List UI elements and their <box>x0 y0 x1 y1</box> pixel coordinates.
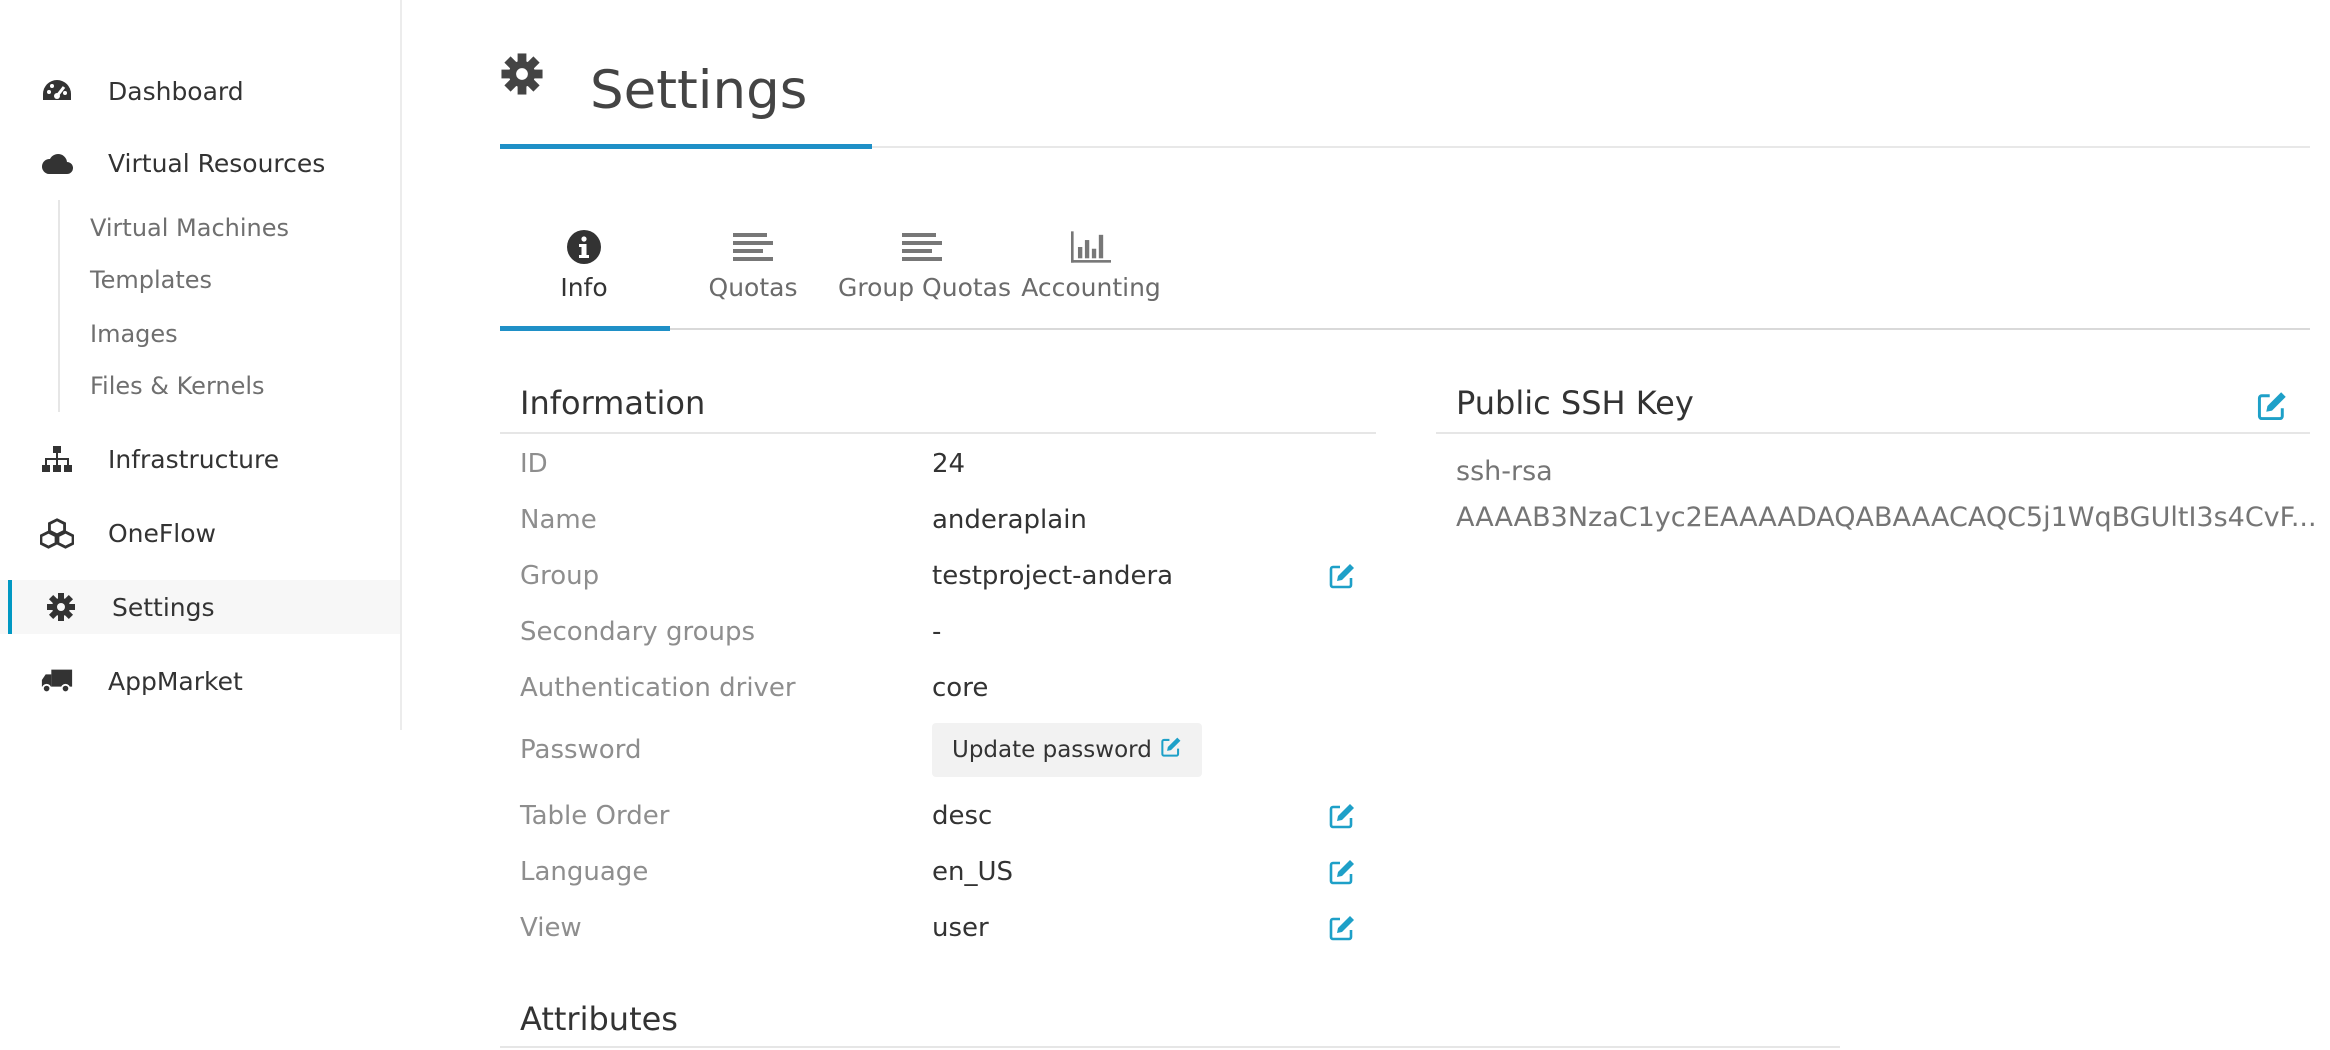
update-password-label: Update password <box>952 737 1152 763</box>
row-value: en_US <box>932 857 1014 887</box>
cubes-icon <box>40 518 74 549</box>
active-tab-underline <box>500 326 670 331</box>
tab-quotas[interactable]: Quotas <box>669 215 837 325</box>
tab-label: Info <box>560 273 608 302</box>
truck-icon <box>40 666 74 696</box>
row-key: Authentication driver <box>520 673 796 703</box>
attributes-title: Attributes <box>520 1000 678 1038</box>
sidebar-item-settings[interactable]: Settings <box>0 580 400 634</box>
info-row-group: Group testproject-andera <box>500 548 1376 604</box>
sidebar-item-oneflow[interactable]: OneFlow <box>0 506 400 560</box>
edit-icon[interactable] <box>2256 390 2288 422</box>
sidebar-item-label: Infrastructure <box>108 444 280 474</box>
info-row-name: Name anderaplain <box>500 492 1376 548</box>
sidebar-subitem-templates[interactable]: Templates <box>90 266 212 294</box>
row-key: Name <box>520 505 597 535</box>
row-value: core <box>932 673 989 703</box>
tab-group-quotas[interactable]: Group Quotas <box>838 215 1012 325</box>
edit-icon[interactable] <box>1328 802 1356 830</box>
info-row-language: Language en_US <box>500 844 1376 900</box>
sidebar-subitem-virtual-machines[interactable]: Virtual Machines <box>90 214 289 242</box>
sidebar-item-label: AppMarket <box>108 666 243 696</box>
tab-label: Accounting <box>1021 273 1161 302</box>
row-value: 24 <box>932 449 966 479</box>
row-value: anderaplain <box>932 505 1087 535</box>
page-title: Settings <box>590 60 808 121</box>
sidebar-item-appmarket[interactable]: AppMarket <box>0 654 400 708</box>
row-key: Table Order <box>520 801 670 831</box>
tachometer-icon <box>40 76 74 106</box>
sidebar-item-infrastructure[interactable]: Infrastructure <box>0 432 400 486</box>
tab-label: Quotas <box>708 273 798 302</box>
info-row-password: Password Update password <box>500 716 1376 784</box>
info-row-auth-driver: Authentication driver core <box>500 660 1376 716</box>
row-key: Group <box>520 561 600 591</box>
row-value: desc <box>932 801 993 831</box>
update-password-button[interactable]: Update password <box>932 723 1202 777</box>
sidebar-item-dashboard[interactable]: Dashboard <box>0 64 400 118</box>
sidebar-subitem-images[interactable]: Images <box>90 320 178 348</box>
row-key: View <box>520 913 582 943</box>
title-accent-underline <box>500 144 872 149</box>
edit-icon[interactable] <box>1328 562 1356 590</box>
ssh-key-divider <box>1436 432 2310 434</box>
sidebar-item-label: Dashboard <box>108 76 244 106</box>
sidebar-subitem-files-kernels[interactable]: Files & Kernels <box>90 372 265 400</box>
align-left-icon <box>902 227 942 267</box>
edit-icon[interactable] <box>1328 858 1356 886</box>
row-key: Language <box>520 857 649 887</box>
sidebar-item-label: Virtual Resources <box>108 148 326 178</box>
row-key: ID <box>520 449 548 479</box>
attributes-divider <box>500 1046 1840 1048</box>
tabs-divider <box>500 328 2310 330</box>
ssh-key-value: AAAAB3NzaC1yc2EAAAADAQABAAACAQC5j1WqBGUl… <box>1456 502 2317 533</box>
gear-icon <box>500 53 544 100</box>
information-title: Information <box>520 384 706 422</box>
sidebar-item-label: Settings <box>112 592 215 622</box>
ssh-key-type: ssh-rsa <box>1456 456 1553 487</box>
sidebar-item-virtual-resources[interactable]: Virtual Resources <box>0 136 400 190</box>
align-left-icon <box>733 227 773 267</box>
row-value: testproject-andera <box>932 561 1174 591</box>
tab-info[interactable]: Info <box>500 215 668 325</box>
info-row-secondary-groups: Secondary groups - <box>500 604 1376 660</box>
gear-icon <box>44 592 78 622</box>
tab-label: Group Quotas <box>838 273 1012 302</box>
submenu-rail <box>58 200 60 412</box>
edit-icon <box>1160 736 1182 764</box>
cloud-icon <box>40 148 74 178</box>
row-value: - <box>932 617 942 647</box>
information-divider <box>500 432 1376 434</box>
tab-accounting[interactable]: Accounting <box>1007 215 1175 325</box>
edit-icon[interactable] <box>1328 914 1356 942</box>
row-value: user <box>932 913 989 943</box>
sidebar: Dashboard Virtual Resources Virtual Mach… <box>0 0 402 730</box>
info-row-view: View user <box>500 900 1376 956</box>
bar-chart-icon <box>1071 227 1111 267</box>
sitemap-icon <box>40 444 74 474</box>
ssh-key-title: Public SSH Key <box>1456 384 1694 422</box>
info-circle-icon <box>564 227 604 267</box>
sidebar-item-label: OneFlow <box>108 518 216 548</box>
row-key: Secondary groups <box>520 617 756 647</box>
info-row-table-order: Table Order desc <box>500 788 1376 844</box>
page-title-icon-wrap <box>500 52 544 100</box>
info-row-id: ID 24 <box>500 436 1376 492</box>
row-key: Password <box>520 735 642 765</box>
